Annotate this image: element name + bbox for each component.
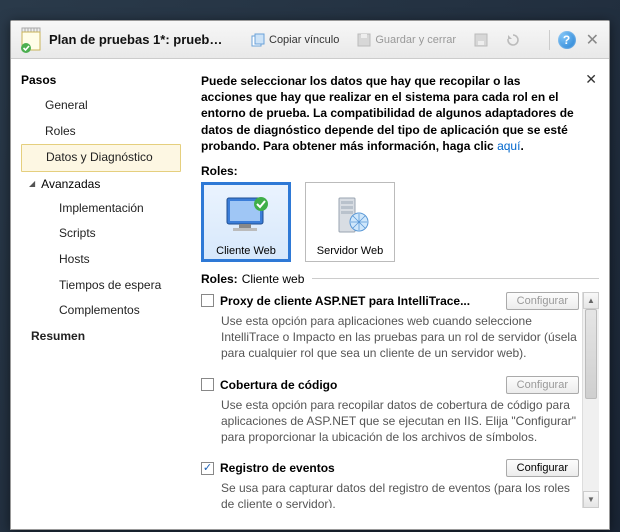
- sidebar-item-roles[interactable]: Roles: [21, 119, 181, 145]
- chevron-down-icon: ◢: [29, 179, 35, 188]
- sidebar-item-scripts[interactable]: Scripts: [21, 221, 181, 247]
- separator: [549, 30, 550, 50]
- scroll-up-button[interactable]: ▲: [583, 292, 599, 309]
- refresh-button[interactable]: [500, 31, 526, 49]
- adapter-name: Proxy de cliente ASP.NET para IntelliTra…: [220, 294, 500, 308]
- save-button[interactable]: [468, 31, 494, 49]
- close-button[interactable]: ✕: [584, 30, 601, 50]
- adapter-desc: Use esta opción para aplicaciones web cu…: [201, 313, 579, 362]
- diskette-icon: [474, 33, 488, 47]
- roles-label: Roles:: [201, 164, 599, 178]
- sidebar-item-resumen[interactable]: Resumen: [21, 324, 181, 350]
- adapter-name: Registro de eventos: [220, 461, 500, 475]
- plan-icon: [19, 26, 43, 54]
- adapter-desc: Se usa para capturar datos del registro …: [201, 480, 579, 508]
- sidebar-item-general[interactable]: General: [21, 93, 181, 119]
- adapter-checkbox[interactable]: [201, 294, 214, 307]
- scrollbar[interactable]: ▲ ▼: [582, 292, 599, 508]
- role-tile-server[interactable]: Servidor Web: [305, 182, 395, 262]
- intro-link[interactable]: aquí: [497, 139, 520, 153]
- sidebar-item-avanzadas[interactable]: ◢ Avanzadas: [21, 172, 181, 196]
- adapter-checkbox[interactable]: [201, 462, 214, 475]
- sidebar-item-complementos[interactable]: Complementos: [21, 298, 181, 324]
- refresh-icon: [506, 33, 520, 47]
- monitor-icon: [221, 189, 271, 243]
- main-panel: ✕ Puede seleccionar los datos que hay qu…: [191, 59, 609, 529]
- close-panel-button[interactable]: ✕: [585, 71, 597, 88]
- role-tile-label: Cliente Web: [216, 245, 276, 257]
- roles-subheading: Roles: Cliente web: [201, 272, 599, 286]
- intro-text: Puede seleccionar los datos que hay que …: [201, 73, 599, 154]
- configure-button[interactable]: Configurar: [506, 459, 579, 477]
- adapter-checkbox[interactable]: [201, 378, 214, 391]
- scroll-thumb[interactable]: [585, 309, 597, 399]
- dialog-title: Plan de pruebas 1*: pruebas...: [49, 32, 229, 47]
- role-tile-client[interactable]: Cliente Web: [201, 182, 291, 262]
- copy-link-button[interactable]: Copiar vínculo: [245, 31, 345, 49]
- adapter-item: Cobertura de código Configurar Use esta …: [201, 376, 579, 446]
- server-icon: [325, 189, 375, 243]
- adapters-list: Proxy de cliente ASP.NET para IntelliTra…: [201, 292, 599, 508]
- titlebar: Plan de pruebas 1*: pruebas... Copiar ví…: [11, 21, 609, 59]
- save-icon: [357, 33, 371, 47]
- sidebar-item-hosts[interactable]: Hosts: [21, 247, 181, 273]
- role-tile-label: Servidor Web: [317, 245, 383, 257]
- sidebar: Pasos General Roles Datos y Diagnóstico …: [11, 59, 191, 529]
- adapter-item: Proxy de cliente ASP.NET para IntelliTra…: [201, 292, 579, 362]
- adapter-name: Cobertura de código: [220, 378, 500, 392]
- sidebar-item-implementacion[interactable]: Implementación: [21, 196, 181, 222]
- scroll-down-button[interactable]: ▼: [583, 491, 599, 508]
- copy-icon: [251, 33, 265, 47]
- dialog-window: Plan de pruebas 1*: pruebas... Copiar ví…: [10, 20, 610, 530]
- sidebar-item-tiempos[interactable]: Tiempos de espera: [21, 273, 181, 299]
- adapter-desc: Use esta opción para recopilar datos de …: [201, 397, 579, 446]
- save-close-button[interactable]: Guardar y cerrar: [351, 31, 462, 49]
- help-button[interactable]: ?: [558, 31, 576, 49]
- configure-button[interactable]: Configurar: [506, 376, 579, 394]
- adapter-item: Registro de eventos Configurar Se usa pa…: [201, 459, 579, 508]
- sidebar-heading: Pasos: [21, 73, 181, 87]
- configure-button[interactable]: Configurar: [506, 292, 579, 310]
- sidebar-item-datos[interactable]: Datos y Diagnóstico: [21, 144, 181, 172]
